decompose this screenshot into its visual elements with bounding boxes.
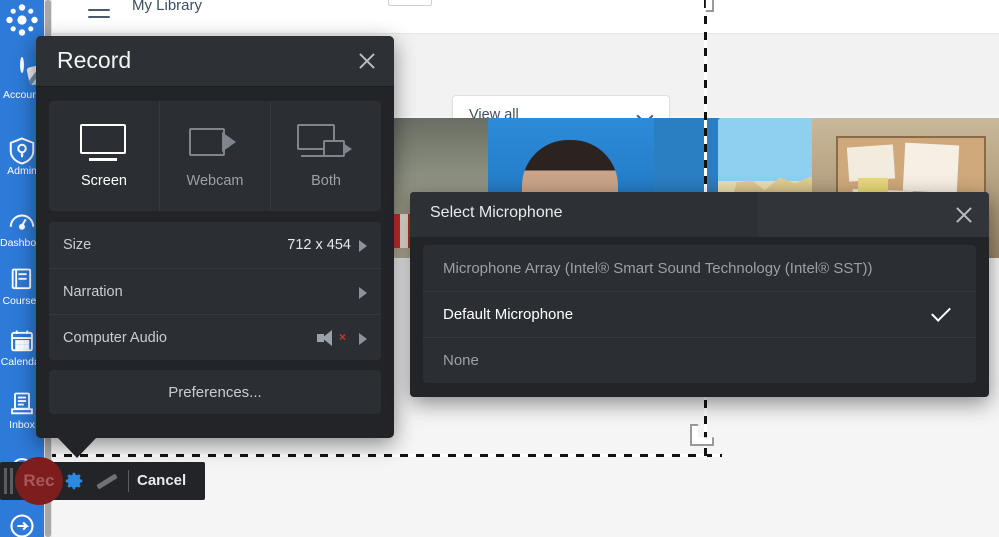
close-icon[interactable] [953,204,975,226]
video-camera-icon [189,124,241,162]
microphone-option-label: None [443,352,479,369]
resize-handle-bottom-right[interactable] [690,424,714,446]
page-header: My Library [52,0,999,34]
chevron-right-icon [359,240,367,252]
record-button-label: Rec [23,471,55,490]
record-options-group: Size 712 x 454 Narration Computer Audio … [49,222,381,360]
record-panel-title: Record [57,47,132,73]
option-label-size: Size [63,237,92,253]
record-mode-both-label: Both [311,172,341,189]
option-row-narration[interactable]: Narration [49,268,381,314]
cancel-button[interactable]: Cancel [137,472,186,489]
speaker-muted-icon: × [317,329,346,346]
monitor-and-camera-icon [297,123,355,162]
record-mode-webcam[interactable]: Webcam [159,101,270,211]
record-panel-header: Record [36,36,394,87]
mute-x-mark: × [339,329,347,344]
toolbar-grip-line [4,468,7,494]
gear-icon[interactable] [63,470,85,492]
hamburger-menu-icon[interactable] [88,9,110,23]
screen-root: My Library View all Account Admin Dashbo… [0,0,999,537]
record-mode-screen-label: Screen [81,172,127,189]
option-row-computer-audio[interactable]: Computer Audio × [49,314,381,360]
commons-arrow-icon [0,512,44,537]
record-mode-both[interactable]: Both [270,101,381,211]
recording-toolbar: Rec Cancel [0,457,205,505]
checkmark-icon [931,302,951,322]
record-mode-webcam-label: Webcam [186,172,244,189]
option-value-size: 712 x 454 [287,237,351,253]
microphone-option-list: Microphone Array (Intel® Smart Sound Tec… [423,245,976,383]
select-microphone-title: Select Microphone [430,204,563,221]
record-panel: Record Screen Webcam Both Size 712 x 454… [36,36,394,458]
chevron-right-icon [359,287,367,299]
selection-edge-bottom [0,454,722,457]
microphone-option-default[interactable]: Default Microphone [423,291,976,337]
microphone-option-label: Default Microphone [443,306,574,323]
canvas-logo-icon[interactable] [4,2,40,38]
option-label-computer-audio: Computer Audio [63,329,167,346]
record-mode-group: Screen Webcam Both [49,101,381,211]
sidebar-item-commons[interactable] [0,512,44,537]
header-action-button[interactable] [388,0,432,6]
toolbar-separator [128,470,129,492]
monitor-icon [78,123,130,162]
toolbar-grip-line [10,468,13,494]
select-microphone-header: Select Microphone [410,192,989,237]
record-panel-pointer [58,438,96,458]
microphone-option-none[interactable]: None [423,337,976,383]
pencil-icon[interactable] [96,473,118,489]
microphone-option-label: Microphone Array (Intel® Smart Sound Tec… [443,259,873,277]
microphone-option-array[interactable]: Microphone Array (Intel® Smart Sound Tec… [423,245,976,291]
select-microphone-dialog: Select Microphone Microphone Array (Inte… [410,192,989,397]
record-button-icon[interactable]: Rec [15,457,63,505]
option-label-narration: Narration [63,283,123,300]
preferences-button[interactable]: Preferences... [49,370,381,414]
record-mode-screen[interactable]: Screen [49,101,159,211]
option-row-size[interactable]: Size 712 x 454 [49,222,381,268]
chevron-right-icon [359,333,367,345]
page-title: My Library [132,0,203,14]
close-icon[interactable] [356,50,378,72]
preferences-button-label: Preferences... [168,383,262,401]
